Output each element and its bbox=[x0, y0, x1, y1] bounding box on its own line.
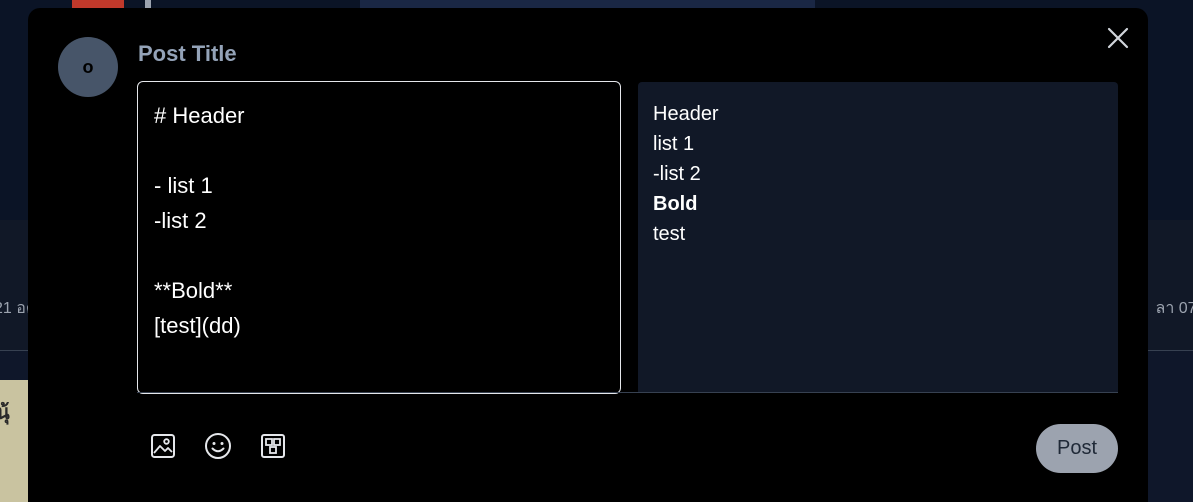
post-composer-modal: o Post Title # Header - list 1 -list 2 *… bbox=[28, 8, 1148, 502]
preview-bold-text: Bold bbox=[653, 193, 698, 215]
preview-list-item: list 1 bbox=[653, 133, 695, 155]
add-gif-button[interactable] bbox=[259, 432, 287, 460]
markdown-preview: Header list 1 -list 2 Bold test bbox=[638, 82, 1118, 392]
avatar: o bbox=[58, 37, 118, 97]
preview-header: Header bbox=[653, 103, 719, 125]
add-emoji-button[interactable] bbox=[204, 432, 232, 460]
image-icon bbox=[151, 434, 175, 458]
background-accent bbox=[72, 0, 124, 8]
background-panel bbox=[360, 0, 815, 8]
composer-divider bbox=[137, 392, 1118, 393]
close-button[interactable] bbox=[1102, 22, 1134, 54]
markdown-editor[interactable]: # Header - list 1 -list 2 **Bold** [test… bbox=[137, 81, 621, 394]
close-icon bbox=[1107, 27, 1129, 49]
preview-list-item: -list 2 bbox=[653, 163, 701, 185]
background-thumbnail-text: นุ้ bbox=[0, 402, 10, 424]
background-divider bbox=[145, 0, 151, 8]
emoji-icon bbox=[205, 433, 231, 459]
post-button[interactable]: Post bbox=[1036, 424, 1118, 473]
add-image-button[interactable] bbox=[149, 432, 177, 460]
background-timestamp-right: ลา 07: bbox=[1155, 300, 1193, 317]
gif-icon bbox=[261, 434, 285, 458]
post-title-input[interactable]: Post Title bbox=[138, 41, 237, 67]
markdown-editor-textarea[interactable]: # Header - list 1 -list 2 **Bold** [test… bbox=[154, 98, 604, 377]
preview-link[interactable]: test bbox=[653, 223, 685, 245]
